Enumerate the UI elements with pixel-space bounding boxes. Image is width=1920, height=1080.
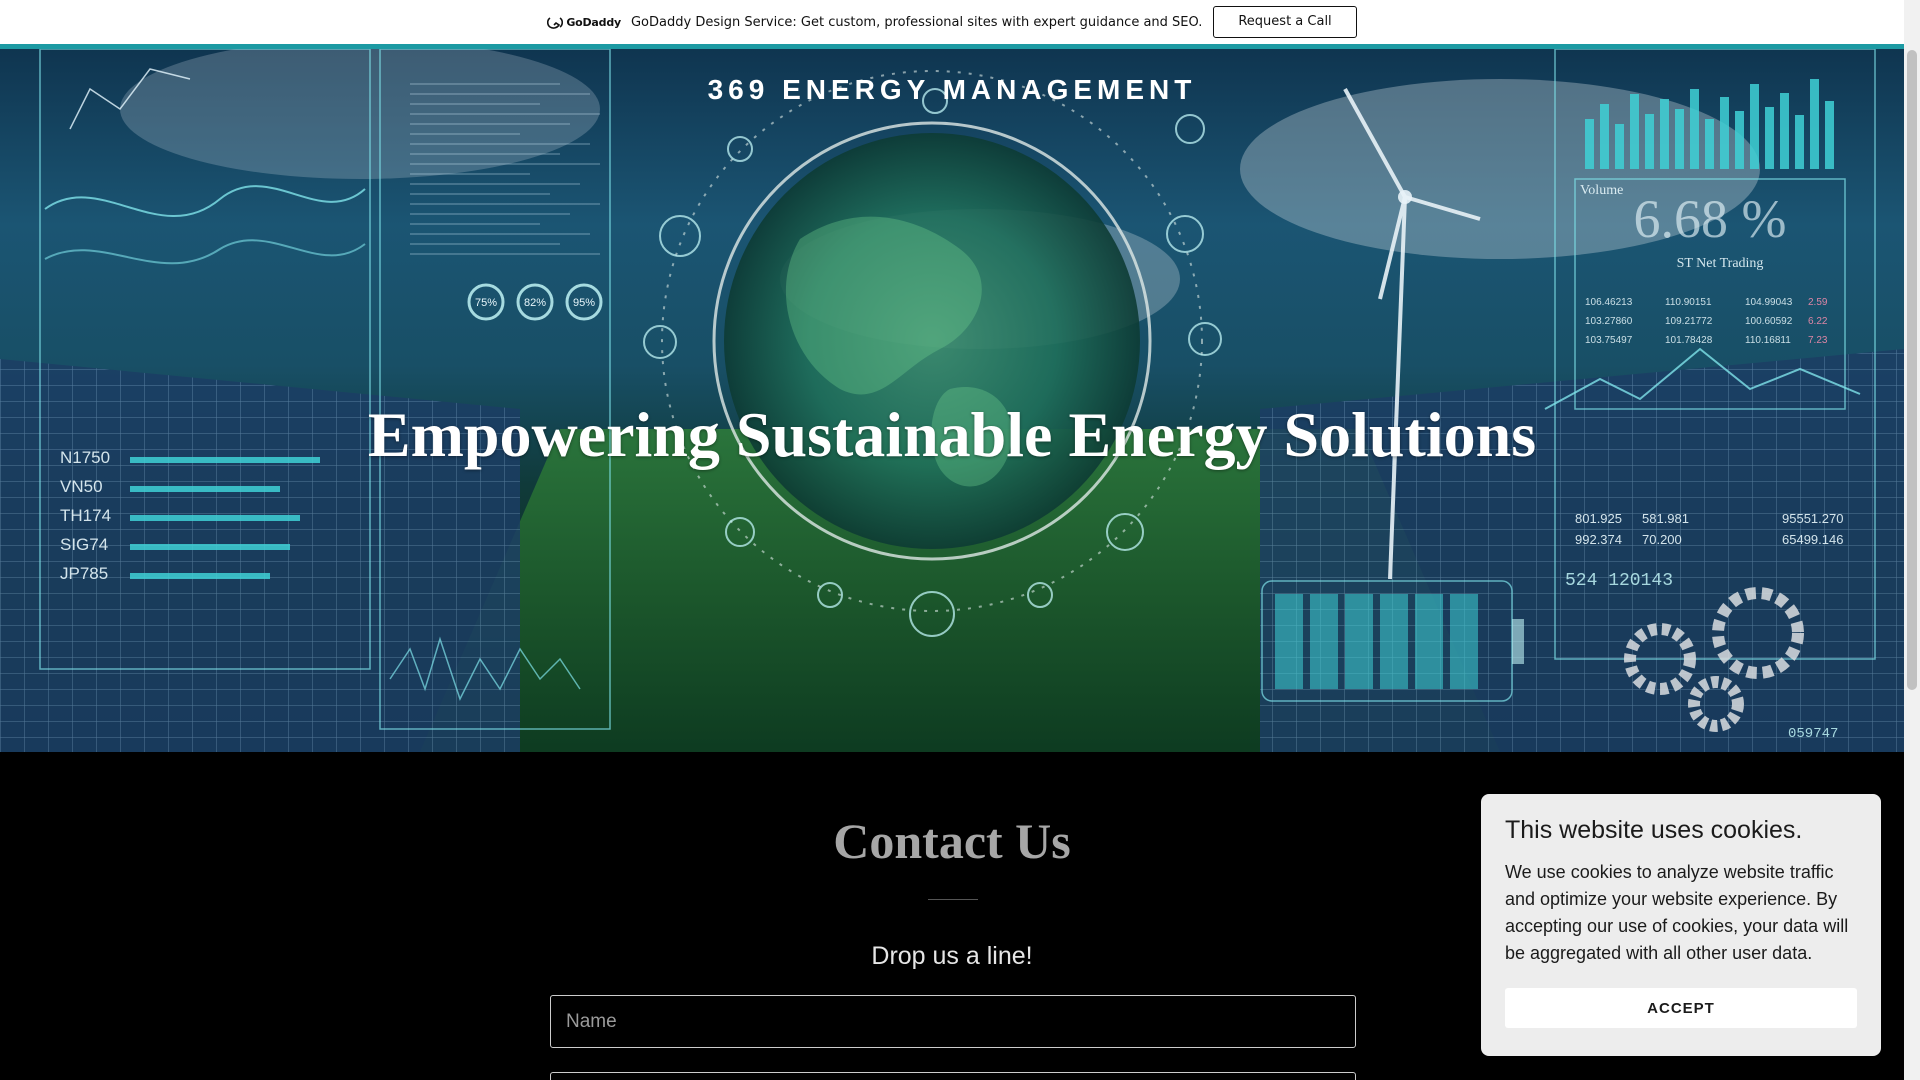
code-readout: 524 120143 [1565,571,1673,591]
trade-value: 7.23 [1808,335,1828,346]
site-title[interactable]: 369 ENERGY MANAGEMENT [0,74,1904,106]
ticker-label: JP785 [60,564,108,583]
stat-value: 801.925 [1575,511,1622,526]
trade-value: 100.60592 [1745,316,1793,327]
trade-value: 2.59 [1808,297,1828,308]
trade-value: 106.46213 [1585,297,1633,308]
cookie-message: We use cookies to analyze website traffi… [1505,862,1849,963]
ticker-label: SIG74 [60,535,108,554]
trade-value: 109.21772 [1665,316,1713,327]
godaddy-logo-text: GoDaddy [566,15,621,29]
trade-value: 103.75497 [1585,335,1633,346]
trade-value: 110.16811 [1745,335,1791,346]
ticker-label: TH174 [60,506,111,525]
hero-section: N1750 VN50 TH174 SIG74 JP785 75% 82% 95% [0,49,1904,752]
code-readout: 059747 [1788,726,1838,742]
cookie-banner: This website uses cookies. We use cookie… [1481,794,1881,1056]
promo-content: GoDaddy GoDaddy Design Service: Get cust… [547,6,1357,38]
godaddy-logo[interactable]: GoDaddy [547,16,621,29]
scrollbar-thumb[interactable] [1907,50,1917,690]
godaddy-promo-bar: GoDaddy GoDaddy Design Service: Get cust… [0,0,1904,44]
name-input[interactable] [550,995,1356,1048]
stat-value: 70.200 [1642,532,1682,547]
godaddy-logo-icon [547,16,564,29]
cookie-title: This website uses cookies. [1505,816,1803,844]
percent-label: 75% [475,297,497,309]
trade-value: 104.99043 [1745,297,1793,308]
section-divider [928,899,978,900]
trade-value: 110.90151 [1665,297,1712,308]
stat-value: 581.981 [1642,511,1689,526]
next-form-field[interactable] [550,1072,1356,1080]
trade-value: 101.78428 [1665,335,1713,346]
request-call-button[interactable]: Request a Call [1213,6,1357,38]
hero-heading: Empowering Sustainable Energy Solutions [367,399,1537,470]
page-scrollbar[interactable] [1904,0,1920,1080]
trade-value: 6.22 [1808,316,1828,327]
stat-value: 65499.146 [1782,532,1843,547]
stat-value: 95551.270 [1782,511,1843,526]
volume-label: Volume [1580,183,1623,198]
stat-value: 992.374 [1575,532,1622,547]
ticker-label: VN50 [60,477,103,496]
accept-cookies-button[interactable]: ACCEPT [1505,988,1857,1028]
percent-label: 82% [524,297,546,309]
trade-value: 103.27860 [1585,316,1633,327]
volume-value: 6.68 % [1634,189,1787,249]
promo-message: GoDaddy Design Service: Get custom, prof… [630,14,1203,30]
percent-label: 95% [573,297,595,309]
trading-label: ST Net Trading [1677,256,1764,271]
